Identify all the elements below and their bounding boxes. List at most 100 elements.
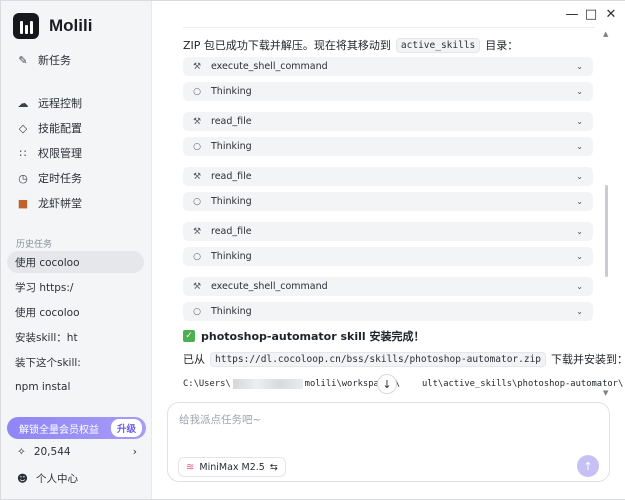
chevron-down-icon: ⌄ [576,227,583,236]
membership-promo[interactable]: 解锁全量会员权益 升级 [7,417,146,439]
tool-call-row[interactable]: ⚒ execute_shell_command ⌄ [183,57,593,76]
thinking-row[interactable]: ○ Thinking ⌄ [183,247,593,266]
composer[interactable]: 给我派点任务吧~ ≋ MiniMax M2.5 ⇆ ↑ [167,402,610,482]
thinking-row[interactable]: ○ Thinking ⌄ [183,137,593,156]
diamond-icon: ◇ [18,121,28,135]
scroll-down-arrow[interactable]: ▼ [603,389,608,397]
send-button[interactable]: ↑ [577,455,599,477]
sidebar-item-permissions[interactable]: ∷ 权限管理 [9,141,145,165]
wrench-icon: ⚒ [192,171,202,182]
tool-call-row[interactable]: ⚒ read_file ⌄ [183,222,593,241]
bulb-icon: ○ [193,141,201,152]
minimize-button[interactable]: — [565,7,579,22]
credits-value: 20,544 [33,446,71,458]
thinking-row[interactable]: ○ Thinking ⌄ [183,302,593,321]
history-item[interactable]: 学习 https:/ [7,276,144,298]
scroll-to-bottom-button[interactable]: ↓ [377,374,397,394]
tool-label: Thinking [211,86,252,97]
new-task-button[interactable]: ✎ 新任务 [9,48,145,72]
swap-icon: ⇆ [269,461,278,473]
chevron-right-icon: › [132,446,137,458]
molili-logo-icon [13,13,39,39]
arrow-down-icon: ↓ [382,377,392,391]
wrench-icon: ⚒ [192,281,202,292]
model-name: MiniMax M2.5 [199,461,265,473]
upgrade-button[interactable]: 升级 [110,419,142,437]
success-text: photoshop-automator skill 安装完成！ [201,330,425,343]
tool-label: read_file [211,171,252,182]
assistant-message: ZIP 包已成功下载并解压。现在将其移动到 active_skills 目录： [183,37,518,53]
chevron-down-icon: ⌄ [576,252,583,261]
model-selector[interactable]: ≋ MiniMax M2.5 ⇆ [178,457,286,477]
path-end: ult\active_skills\photoshop-automator\ [422,379,624,389]
history-item[interactable]: npm instal [7,376,144,398]
sidebar-item-lobster[interactable]: ■ 龙虾帡堂 [9,191,145,215]
edit-icon: ✎ [18,53,28,67]
tool-label: read_file [211,116,252,127]
thinking-row[interactable]: ○ Thinking ⌄ [183,192,593,211]
history-item[interactable]: 装下这个skill: [7,351,144,373]
tool-call-row[interactable]: ⚒ read_file ⌄ [183,167,593,186]
tool-call-row[interactable]: ⚒ read_file ⌄ [183,112,593,131]
chevron-down-icon: ⌄ [576,197,583,206]
user-center-label: 个人中心 [35,473,78,485]
path-prefix: C:\Users\ [183,379,231,389]
minimax-icon: ≋ [186,461,195,473]
divider [183,27,595,28]
chevron-down-icon: ⌄ [576,87,583,96]
thinking-row[interactable]: ○ Thinking ⌄ [183,82,593,101]
install-source-line: 已从 https://dl.cocoloop.cn/bss/skills/pho… [183,351,625,367]
bulb-icon: ○ [193,306,201,317]
sidebar-item-label: 定时任务 [38,172,82,185]
inline-code-url: https://dl.cocoloop.cn/bss/skills/photos… [210,351,547,367]
history-item[interactable]: 使用 cocoloo [7,301,144,323]
tool-label: Thinking [211,196,252,207]
sparkle-icon: ✧ [17,446,26,458]
new-task-label: 新任务 [38,54,71,67]
maximize-button[interactable]: □ [584,7,598,22]
promo-text: 解锁全量会员权益 [19,424,99,436]
user-center-button[interactable]: ☻ 个人中心 [17,471,78,486]
chevron-down-icon: ⌄ [576,307,583,316]
redacted-username [232,379,303,389]
scrollbar-thumb[interactable] [605,185,608,277]
sidebar-item-label: 远程控制 [38,97,82,110]
bulb-icon: ○ [193,196,201,207]
app-window: Molili ✎ 新任务 ☁ 远程控制 ◇ 技能配置 ∷ 权限管理 ◷ 定时任务… [0,0,625,500]
user-icon: ☻ [17,472,28,485]
close-button[interactable]: ✕ [604,7,618,22]
history-item[interactable]: 使用 cocoloo [7,251,144,273]
sidebar-item-schedule[interactable]: ◷ 定时任务 [9,166,145,190]
tool-label: Thinking [211,141,252,152]
chevron-down-icon: ⌄ [576,62,583,71]
message-text: ZIP 包已成功下载并解压。现在将其移动到 [183,39,391,52]
chevron-down-icon: ⌄ [576,282,583,291]
bulb-icon: ○ [193,251,201,262]
app-logo: Molili [13,13,92,39]
check-icon: ✓ [183,330,195,342]
message-input[interactable]: 给我派点任务吧~ [179,412,261,427]
scroll-up-arrow[interactable]: ▲ [603,30,608,38]
tool-label: Thinking [211,251,252,262]
sidebar-item-remote[interactable]: ☁ 远程控制 [9,91,145,115]
sidebar-item-label: 技能配置 [38,122,82,135]
lobster-icon: ■ [17,196,29,210]
wrench-icon: ⚒ [192,116,202,127]
sidebar-item-label: 龙虾帡堂 [38,197,82,210]
clock-icon: ◷ [18,171,28,185]
history-item[interactable]: 安装skill：ht [7,326,144,348]
tool-label: execute_shell_command [211,281,328,292]
success-heading: ✓ photoshop-automator skill 安装完成！ [183,328,424,344]
history-title: 历史任务 [16,240,53,250]
sidebar-item-skills[interactable]: ◇ 技能配置 [9,116,145,140]
message-text: 目录： [485,39,519,52]
sidebar: Molili ✎ 新任务 ☁ 远程控制 ◇ 技能配置 ∷ 权限管理 ◷ 定时任务… [1,1,152,499]
app-name: Molili [49,16,93,35]
grid-icon: ∷ [19,146,27,160]
arrow-up-icon: ↑ [583,459,593,473]
sidebar-item-label: 权限管理 [38,147,82,160]
credits-row[interactable]: ✧ 20,544 › [17,446,137,458]
tool-call-row[interactable]: ⚒ execute_shell_command ⌄ [183,277,593,296]
message-text: 下载并安装到： [551,353,625,366]
message-text: 已从 [183,353,205,366]
